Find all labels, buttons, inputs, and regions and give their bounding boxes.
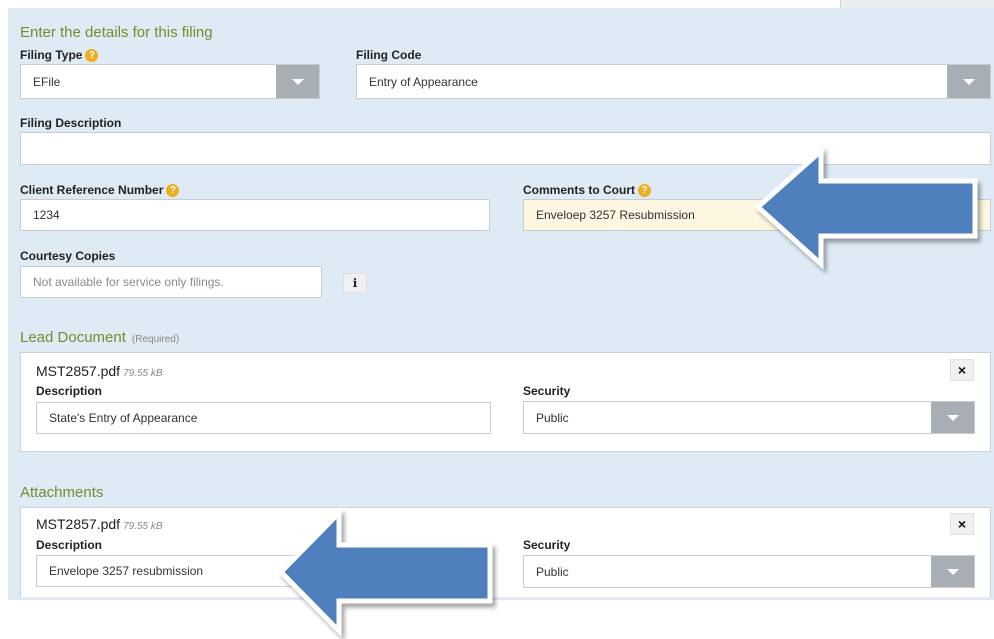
arrow-left-shape [277, 506, 493, 638]
annotation-arrow-attachment [277, 506, 493, 638]
